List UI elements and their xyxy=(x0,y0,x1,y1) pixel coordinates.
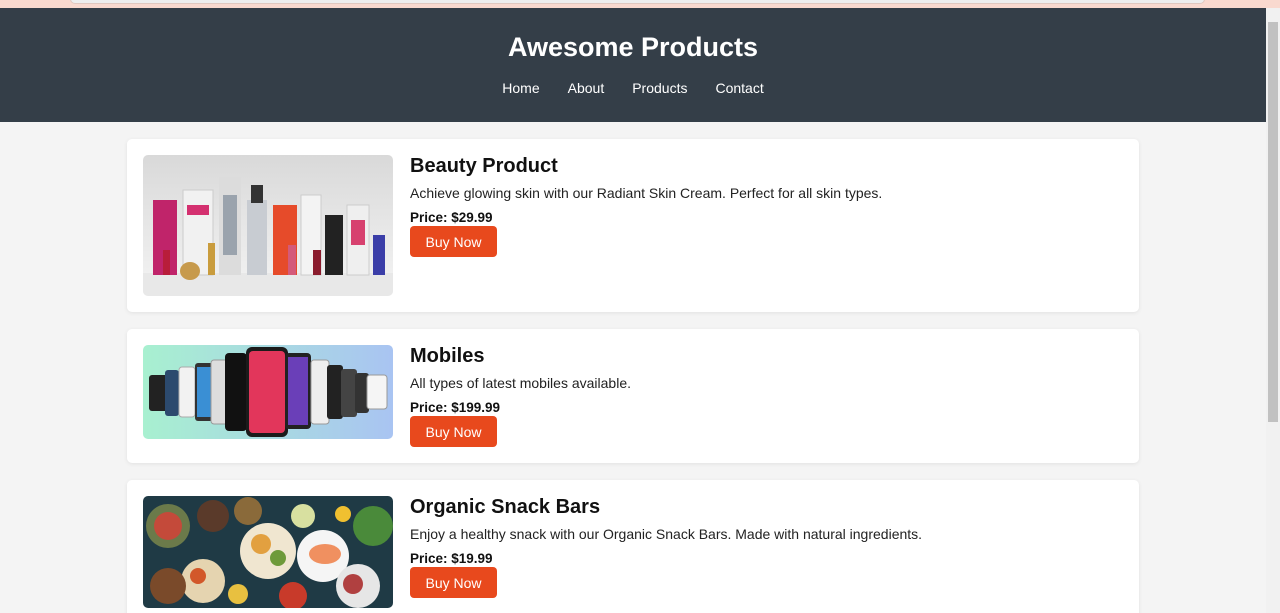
product-description: Enjoy a healthy snack with our Organic S… xyxy=(410,526,923,542)
nav-products[interactable]: Products xyxy=(618,80,701,96)
product-details: Organic Snack Bars Enjoy a healthy snack… xyxy=(410,496,922,608)
buy-now-button[interactable]: Buy Now xyxy=(410,416,497,447)
product-card: Beauty Product Achieve glowing skin with… xyxy=(127,139,1139,312)
product-price: Price: $199.99 xyxy=(410,400,501,415)
product-card: Mobiles All types of latest mobiles avai… xyxy=(127,329,1139,463)
product-details: Beauty Product Achieve glowing skin with… xyxy=(410,155,882,296)
buy-now-button[interactable]: Buy Now xyxy=(410,226,497,257)
main-nav: Home About Products Contact xyxy=(0,80,1266,96)
nav-contact[interactable]: Contact xyxy=(701,80,777,96)
site-header: Awesome Products Home About Products Con… xyxy=(0,8,1266,122)
product-title: Beauty Product xyxy=(410,155,558,177)
food-bowls-image xyxy=(143,496,393,608)
address-bar[interactable] xyxy=(70,0,1205,4)
product-list: Beauty Product Achieve glowing skin with… xyxy=(127,139,1139,613)
browser-tab-strip xyxy=(0,0,1280,8)
buy-now-button[interactable]: Buy Now xyxy=(410,567,497,598)
scrollbar-thumb[interactable] xyxy=(1268,22,1278,422)
product-card: Organic Snack Bars Enjoy a healthy snack… xyxy=(127,480,1139,613)
product-description: All types of latest mobiles available. xyxy=(410,375,631,391)
nav-about[interactable]: About xyxy=(554,80,619,96)
smartphones-image xyxy=(143,345,393,439)
page-scrollbar[interactable] xyxy=(1266,8,1280,613)
product-title: Mobiles xyxy=(410,345,485,367)
product-price: Price: $29.99 xyxy=(410,210,493,225)
product-details: Mobiles All types of latest mobiles avai… xyxy=(410,345,631,447)
product-title: Organic Snack Bars xyxy=(410,496,601,518)
product-price: Price: $19.99 xyxy=(410,551,493,566)
cosmetics-image xyxy=(143,155,393,296)
nav-home[interactable]: Home xyxy=(488,80,553,96)
product-description: Achieve glowing skin with our Radiant Sk… xyxy=(410,185,883,201)
site-title: Awesome Products xyxy=(507,32,759,62)
